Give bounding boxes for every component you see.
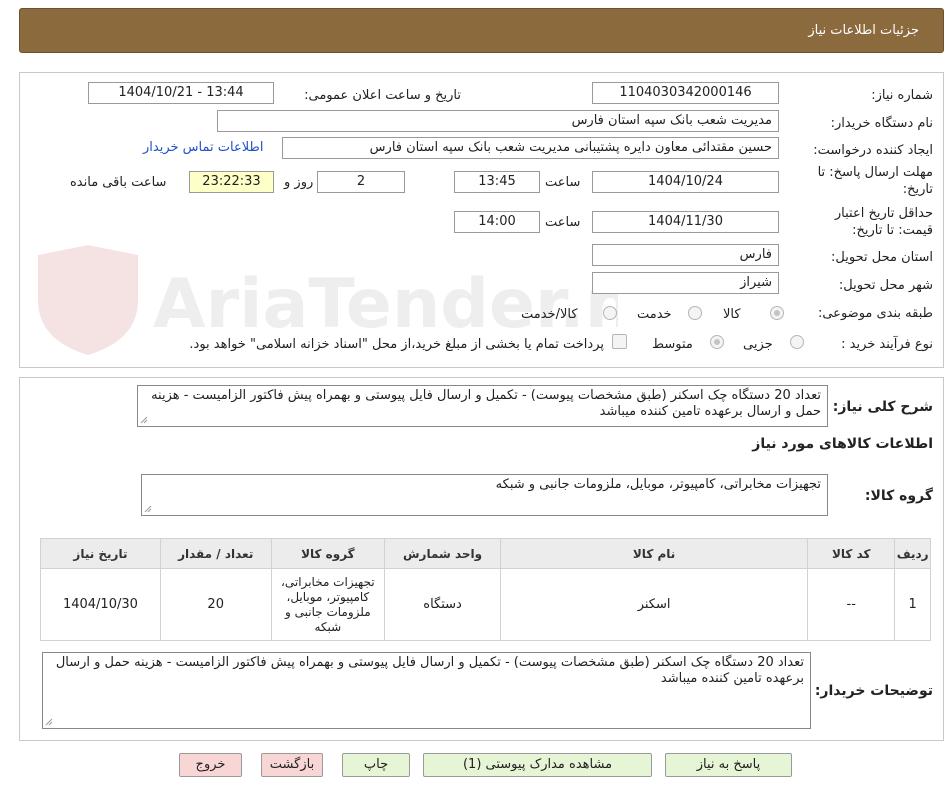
days-label: روز و	[284, 175, 314, 190]
validity-time-field: 14:00	[454, 211, 540, 233]
goods-group-label: گروه کالا:	[864, 488, 933, 504]
resize-grip-icon	[45, 718, 53, 726]
buyer-notes-label: توضیحات خریدار:	[814, 683, 933, 699]
cell-row-num: 1	[894, 568, 931, 641]
process-label: نوع فرآیند خرید :	[841, 337, 933, 352]
goods-group-textarea[interactable]: تجهیزات مخابراتی، کامپیوتر، موبایل، ملزو…	[141, 474, 828, 516]
deadline-label: مهلت ارسال پاسخ: تا تاریخ:	[817, 165, 933, 197]
province-label: استان محل تحویل:	[831, 250, 933, 265]
cell-qty: 20	[159, 568, 272, 641]
deadline-time-field: 13:45	[454, 171, 540, 193]
summary-text: تعداد 20 دستگاه چک اسکنر (طبق مشخصات پیو…	[151, 388, 821, 419]
cell-name: اسکنر	[499, 568, 809, 641]
announce-label: تاریخ و ساعت اعلان عمومی:	[304, 88, 461, 103]
print-button[interactable]: چاپ	[342, 753, 410, 777]
reply-button[interactable]: پاسخ به نیاز	[665, 753, 792, 777]
resize-grip-icon	[140, 416, 148, 424]
goods-group-text: تجهیزات مخابراتی، کامپیوتر، موبایل، ملزو…	[495, 477, 821, 492]
validity-label: حداقل تاریخ اعتبار قیمت: تا تاریخ:	[834, 206, 933, 238]
category-radio-goods[interactable]	[770, 306, 784, 320]
page-title: جزئیات اطلاعات نیاز	[808, 23, 919, 38]
category-radio-both[interactable]	[603, 306, 617, 320]
process-radio-medium[interactable]	[710, 335, 724, 349]
col-header-code: کد کالا	[807, 538, 896, 569]
category-option-goods: کالا	[723, 307, 741, 322]
province-field: فارس	[592, 244, 779, 266]
process-option-small: جزیی	[743, 337, 773, 352]
items-heading: اطلاعات کالاهای مورد نیاز	[752, 436, 933, 452]
process-radio-small[interactable]	[790, 335, 804, 349]
announce-field: 1404/10/21 - 13:44	[88, 82, 274, 104]
summary-label: شرح کلی نیاز:	[832, 399, 933, 415]
need-number-label: شماره نیاز:	[871, 88, 933, 103]
col-header-qty: تعداد / مقدار	[159, 538, 272, 569]
buyer-org-label: نام دستگاه خریدار:	[830, 116, 933, 131]
col-header-unit: واحد شمارش	[384, 538, 501, 569]
remaining-time-label: ساعت باقی مانده	[70, 175, 167, 190]
deadline-time-label: ساعت	[545, 175, 581, 190]
process-option-medium: متوسط	[652, 337, 693, 352]
need-number-field: 1104030342000146	[592, 82, 779, 104]
remaining-time-field: 23:22:33	[189, 171, 274, 193]
summary-textarea[interactable]: تعداد 20 دستگاه چک اسکنر (طبق مشخصات پیو…	[137, 385, 828, 427]
attachments-button[interactable]: مشاهده مدارک پیوستی (1)	[423, 753, 652, 777]
title-bar: جزئیات اطلاعات نیاز	[19, 8, 944, 53]
treasury-payment-checkbox[interactable]	[612, 334, 627, 349]
validity-date-field: 1404/11/30	[592, 211, 779, 233]
category-option-both: کالا/خدمت	[521, 307, 578, 322]
cell-unit: دستگاه	[384, 568, 501, 641]
col-header-row-num: ردیف	[894, 538, 931, 569]
resize-grip-icon	[144, 505, 152, 513]
days-field: 2	[317, 171, 405, 193]
requester-label: ایجاد کننده درخواست:	[813, 143, 933, 158]
treasury-payment-note: پرداخت تمام یا بخشی از مبلغ خرید،از محل …	[189, 337, 604, 352]
buyer-contact-link[interactable]: اطلاعات تماس خریدار	[143, 140, 263, 155]
buyer-org-field: مدیریت شعب بانک سپه استان فارس	[217, 110, 779, 132]
back-button[interactable]: بازگشت	[261, 753, 323, 777]
col-header-name: نام کالا	[499, 538, 809, 569]
deadline-date-field: 1404/10/24	[592, 171, 779, 193]
cell-code: --	[807, 568, 896, 641]
buyer-notes-text: تعداد 20 دستگاه چک اسکنر (طبق مشخصات پیو…	[55, 655, 804, 686]
city-field: شیراز	[592, 272, 779, 294]
cell-date: 1404/10/30	[40, 568, 161, 641]
requester-field: حسین مقتدائی معاون دایره پشتیبانی مدیریت…	[282, 137, 779, 159]
watermark-text: AriaTender.neT	[153, 265, 618, 344]
category-label: طبقه بندی موضوعی:	[817, 306, 933, 321]
buyer-notes-textarea[interactable]: تعداد 20 دستگاه چک اسکنر (طبق مشخصات پیو…	[42, 652, 811, 729]
city-label: شهر محل تحویل:	[838, 278, 933, 293]
validity-time-label: ساعت	[545, 215, 581, 230]
category-option-service: خدمت	[637, 307, 672, 322]
items-table: ردیف کد کالا نام کالا واحد شمارش گروه کا…	[40, 538, 931, 641]
exit-button[interactable]: خروج	[179, 753, 242, 777]
table-header-row: ردیف کد کالا نام کالا واحد شمارش گروه کا…	[40, 538, 931, 569]
col-header-date: تاریخ نیاز	[40, 538, 161, 569]
col-header-group: گروه کالا	[270, 538, 386, 569]
table-row: 1 -- اسکنر دستگاه تجهیزات مخابراتی، کامپ…	[40, 568, 931, 641]
cell-group: تجهیزات مخابراتی، کامپیوتر، موبایل، ملزو…	[270, 568, 386, 641]
category-radio-service[interactable]	[688, 306, 702, 320]
